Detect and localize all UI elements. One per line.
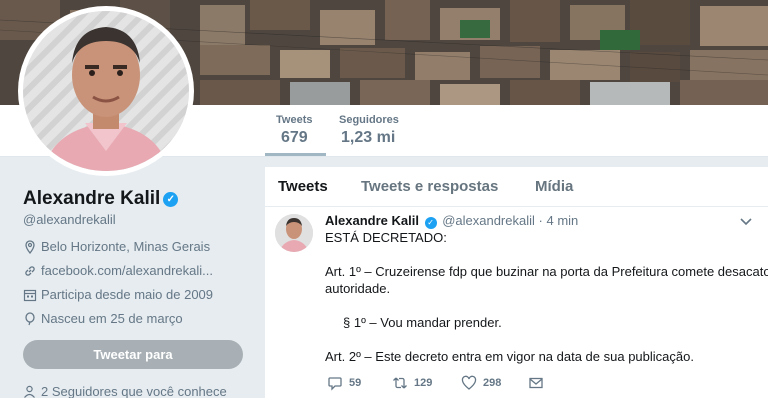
reply-action[interactable]: 59: [327, 375, 392, 391]
tweet-header: Alexandre Kalil ✓ @alexandrekalil · 4 mi…: [325, 213, 578, 229]
avatar[interactable]: [23, 11, 189, 171]
profile-name-text: Alexandre Kalil: [23, 188, 161, 209]
retweet-icon: [393, 377, 407, 389]
profile-name: Alexandre Kalil ✓: [23, 188, 179, 210]
verified-badge-icon: ✓: [424, 217, 437, 229]
profile-website-link[interactable]: facebook.com/alexandrekali...: [41, 263, 213, 278]
profile-handle[interactable]: @alexandrekalil: [23, 212, 116, 227]
envelope-icon: [529, 377, 543, 389]
like-count: 298: [483, 377, 502, 389]
profile-joined-text: Participa desde maio de 2009: [41, 287, 214, 302]
calendar-icon: [23, 289, 37, 301]
tweet-text-line: § 1º – Vou mandar prender.: [343, 315, 502, 330]
stat-followers-value: 1,23 mi: [341, 129, 396, 146]
balloon-icon: [25, 311, 35, 325]
avatar-portrait: [23, 11, 189, 171]
person-icon: [24, 385, 35, 398]
verified-badge-icon: ✓: [163, 192, 179, 207]
profile-website[interactable]: facebook.com/alexandrekali...: [23, 263, 213, 278]
tweet-avatar[interactable]: [275, 214, 313, 252]
active-stat-indicator: [265, 153, 326, 156]
stat-tweets-value: 679: [281, 129, 308, 146]
stat-tweets-label: Tweets: [276, 114, 313, 126]
link-icon: [25, 265, 35, 276]
tweet-author-name[interactable]: Alexandre Kalil: [325, 213, 419, 228]
tweet-text-line: autoridade.: [325, 281, 391, 296]
tab-media[interactable]: Mídia: [535, 178, 573, 195]
tab-tweets-replies[interactable]: Tweets e respostas: [361, 178, 498, 195]
chevron-down-icon[interactable]: [739, 214, 753, 228]
tab-tweets[interactable]: Tweets: [278, 178, 328, 195]
tweet-author-handle[interactable]: @alexandrekalil: [442, 213, 535, 228]
tweet-actions: 59 129 298: [327, 375, 544, 391]
profile-joined: Participa desde maio de 2009: [23, 287, 213, 302]
location-pin-icon: [25, 239, 35, 254]
dm-action[interactable]: [528, 375, 544, 391]
profile-birthday: Nasceu em 25 de março: [23, 311, 183, 326]
followers-you-know[interactable]: 2 Seguidores que você conhece: [23, 384, 227, 398]
tweet-text-line: Art. 1º – Cruzeirense fdp que buzinar na…: [325, 264, 768, 279]
heart-icon: [461, 375, 477, 390]
like-action[interactable]: 298: [461, 375, 528, 391]
reply-icon: [328, 377, 342, 391]
reply-count: 59: [349, 377, 362, 389]
tweet-to-button[interactable]: Tweetar para: [23, 340, 243, 369]
tweet-avatar-portrait: [275, 214, 313, 252]
tweet-text-line: ESTÁ DECRETADO:: [325, 230, 447, 245]
stat-followers[interactable]: Seguidores 1,23 mi: [339, 114, 399, 147]
timeline-tabs: Tweets Tweets e respostas Mídia: [265, 167, 768, 207]
stat-followers-label: Seguidores: [339, 114, 399, 126]
profile-location: Belo Horizonte, Minas Gerais: [23, 239, 210, 254]
tweet-separator: ·: [538, 213, 543, 228]
tweet-timestamp[interactable]: 4 min: [546, 213, 578, 228]
tweet-text-line: Art. 2º – Este decreto entra em vigor na…: [325, 349, 694, 364]
followers-you-know-text: 2 Seguidores que você conhece: [41, 384, 227, 398]
profile-birthday-text: Nasceu em 25 de março: [41, 311, 183, 326]
stat-tweets[interactable]: Tweets 679: [276, 114, 312, 147]
retweet-action[interactable]: 129: [392, 375, 461, 391]
profile-location-text: Belo Horizonte, Minas Gerais: [41, 239, 211, 254]
timeline: Tweets Tweets e respostas Mídia Alexandr…: [265, 167, 768, 398]
retweet-count: 129: [414, 377, 433, 389]
